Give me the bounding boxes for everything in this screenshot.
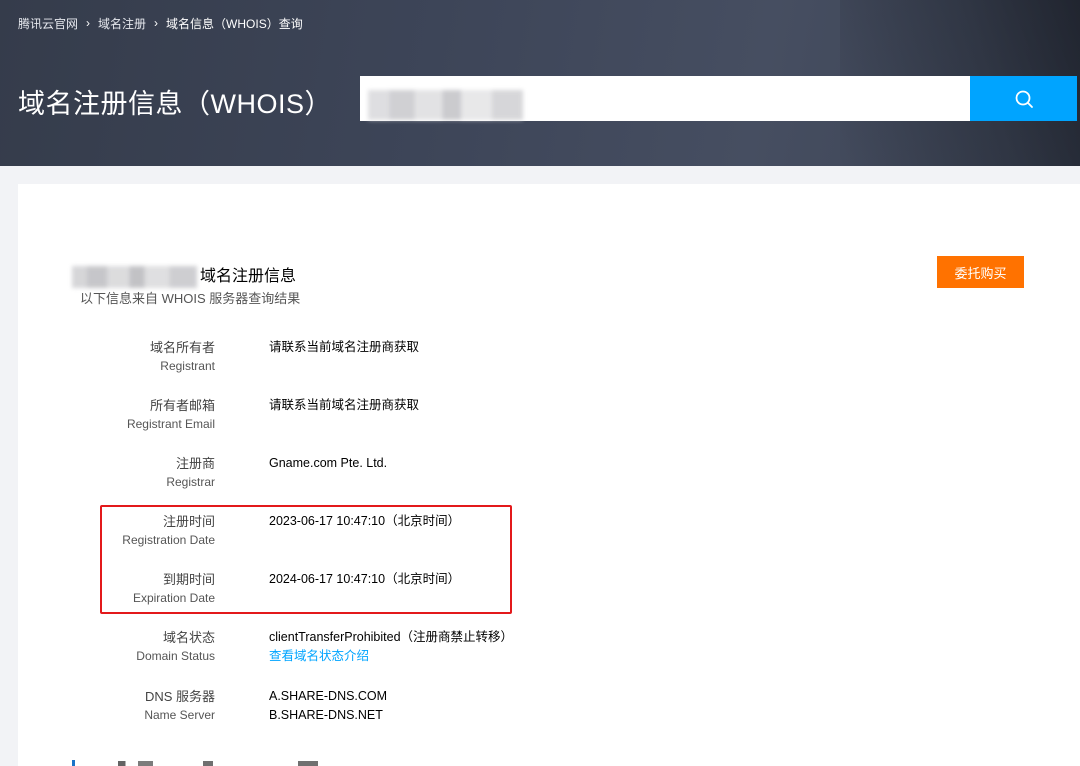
field-value: 请联系当前域名注册商获取: [269, 338, 419, 357]
next-section-marker: [72, 760, 75, 766]
field-label-en: Registrar: [166, 475, 215, 489]
field-label-cn: 所有者邮箱: [149, 398, 215, 413]
search-icon: [1015, 90, 1033, 108]
field-label-cn: DNS 服务器: [144, 689, 215, 704]
field-label-en: Name Server: [144, 708, 215, 722]
entrust-purchase-button[interactable]: 委托购买: [937, 256, 1024, 288]
field-label: 域名状态 Domain Status: [15, 628, 215, 666]
field-registrant: 域名所有者 Registrant 请联系当前域名注册商获取: [18, 338, 1080, 386]
field-value: clientTransferProhibited（注册商禁止转移） 查看域名状态…: [269, 628, 513, 666]
field-label: 注册商 Registrar: [15, 454, 215, 492]
field-label: DNS 服务器 Name Server: [15, 687, 215, 725]
field-value-text: clientTransferProhibited（注册商禁止转移）: [269, 630, 514, 644]
field-label: 域名所有者 Registrant: [15, 338, 215, 376]
breadcrumb-home-link[interactable]: 腾讯云官网: [18, 15, 78, 32]
date-highlight-annotation: [100, 505, 512, 614]
breadcrumb-current: 域名信息（WHOIS）查询: [166, 16, 303, 31]
page-title: 域名注册信息（WHOIS）: [18, 89, 332, 119]
next-section-cut-off-text: [118, 761, 368, 766]
field-label-cn: 域名所有者: [149, 340, 215, 355]
field-label-en: Domain Status: [136, 649, 215, 663]
field-label-en: Registrant Email: [126, 417, 215, 431]
result-subtitle: 以下信息来自 WHOIS 服务器查询结果: [80, 291, 301, 306]
field-name-server: DNS 服务器 Name Server A.SHARE-DNS.COM B.SH…: [18, 687, 1080, 735]
redacted-domain-name: [72, 266, 197, 288]
field-label-cn: 注册商: [175, 456, 215, 471]
field-registrant-email: 所有者邮箱 Registrant Email 请联系当前域名注册商获取: [18, 396, 1080, 444]
breadcrumb-separator: ›: [154, 16, 159, 30]
header-banner: 腾讯云官网 › 域名注册 › 域名信息（WHOIS）查询 域名注册信息（WHOI…: [0, 0, 1080, 166]
field-value: Gname.com Pte. Ltd.: [269, 454, 387, 473]
field-value-text: 请联系当前域名注册商获取: [269, 398, 420, 412]
search-button[interactable]: [970, 76, 1077, 121]
field-label: 所有者邮箱 Registrant Email: [15, 396, 215, 434]
breadcrumb-separator: ›: [86, 16, 91, 30]
field-value: A.SHARE-DNS.COM B.SHARE-DNS.NET: [269, 687, 387, 725]
field-value-text: 请联系当前域名注册商获取: [269, 340, 420, 354]
breadcrumb-domain-link[interactable]: 域名注册: [98, 15, 146, 32]
field-label-en: Registrant: [160, 359, 215, 373]
field-value-text: A.SHARE-DNS.COM: [269, 689, 388, 703]
field-label-cn: 域名状态: [162, 630, 215, 645]
field-registrar: 注册商 Registrar Gname.com Pte. Ltd.: [18, 454, 1080, 502]
whois-search-box: [360, 76, 1077, 121]
domain-status-info-link[interactable]: 查看域名状态介绍: [269, 647, 513, 666]
field-domain-status: 域名状态 Domain Status clientTransferProhibi…: [18, 628, 1080, 676]
field-value-text: B.SHARE-DNS.NET: [269, 708, 383, 722]
result-title: 域名注册信息: [200, 268, 297, 285]
field-value: 请联系当前域名注册商获取: [269, 396, 419, 415]
whois-result-card: 域名注册信息 以下信息来自 WHOIS 服务器查询结果 委托购买 域名所有者 R…: [18, 184, 1080, 766]
breadcrumb: 腾讯云官网 › 域名注册 › 域名信息（WHOIS）查询: [18, 14, 303, 32]
domain-search-input[interactable]: [360, 76, 970, 121]
field-value-text: Gname.com Pte. Ltd.: [269, 456, 388, 470]
